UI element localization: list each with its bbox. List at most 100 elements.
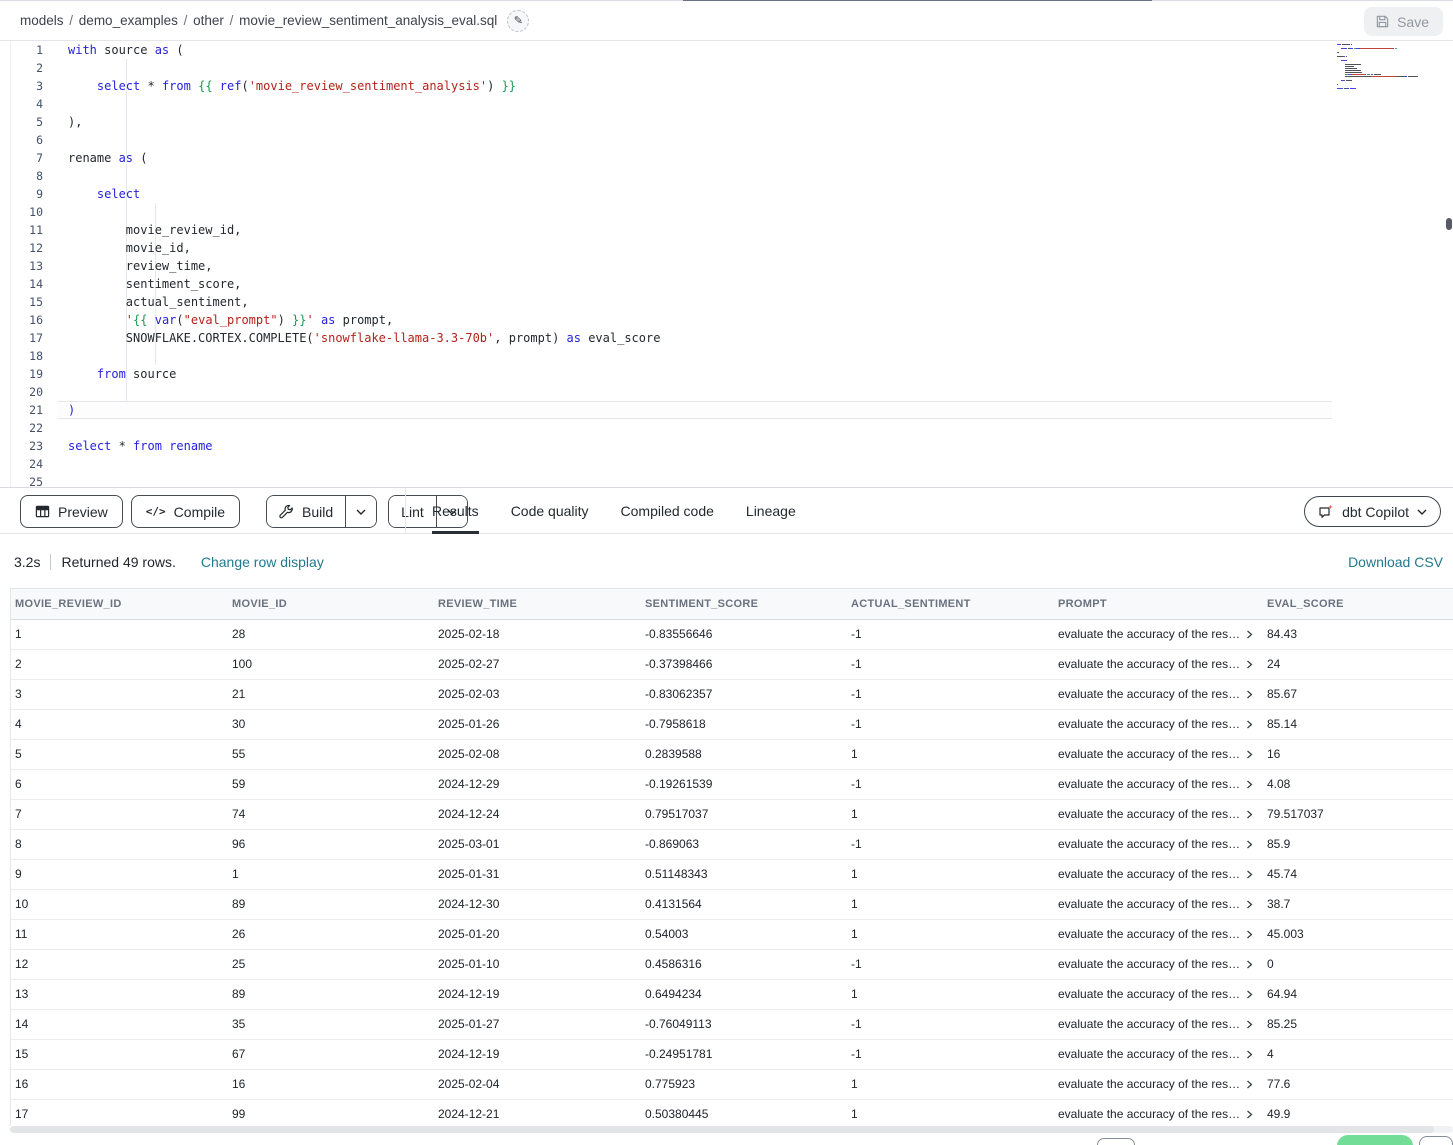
line-number: 25 bbox=[10, 473, 58, 487]
cell-sentiment_score: 0.4131564 bbox=[641, 890, 847, 919]
prompt-expand-chevron-icon[interactable] bbox=[1245, 630, 1254, 639]
prompt-expand-chevron-icon[interactable] bbox=[1245, 720, 1254, 729]
prompt-expand-chevron-icon[interactable] bbox=[1245, 1110, 1254, 1119]
line-number: 18 bbox=[10, 347, 58, 365]
lint-button[interactable]: Lint bbox=[389, 496, 436, 527]
code-line bbox=[58, 167, 1332, 185]
table-row: 5552025-02-080.28395881evaluate the accu… bbox=[11, 740, 1453, 770]
bottom-bar-button-3[interactable] bbox=[1419, 1136, 1453, 1145]
minimap-line bbox=[1337, 74, 1447, 75]
cell-review_time: 2025-02-03 bbox=[434, 680, 641, 709]
tab-compiled-code[interactable]: Compiled code bbox=[621, 488, 714, 534]
prompt-expand-chevron-icon[interactable] bbox=[1245, 870, 1254, 879]
cell-sentiment_score: 0.50380445 bbox=[641, 1100, 847, 1126]
bottom-bar-button-2[interactable] bbox=[1337, 1135, 1413, 1145]
prompt-expand-chevron-icon[interactable] bbox=[1245, 1050, 1254, 1059]
horizontal-scrollbar-thumb[interactable] bbox=[10, 1126, 1434, 1133]
minimap-line bbox=[1337, 60, 1447, 61]
prompt-expand-chevron-icon[interactable] bbox=[1245, 1020, 1254, 1029]
cell-prompt: evaluate the accuracy of the res… bbox=[1054, 770, 1263, 799]
cell-eval_score: 85.67 bbox=[1263, 680, 1453, 709]
prompt-expand-chevron-icon[interactable] bbox=[1245, 810, 1254, 819]
cell-eval_score: 85.9 bbox=[1263, 830, 1453, 859]
cell-movie_review_id: 9 bbox=[11, 860, 228, 889]
cell-actual_sentiment: 1 bbox=[847, 980, 1054, 1009]
code-line: select * from rename bbox=[58, 437, 1332, 455]
cell-movie_review_id: 12 bbox=[11, 950, 228, 979]
prompt-preview-text: evaluate the accuracy of the res… bbox=[1058, 800, 1240, 829]
cell-sentiment_score: 0.775923 bbox=[641, 1070, 847, 1099]
cell-prompt: evaluate the accuracy of the res… bbox=[1054, 800, 1263, 829]
prompt-preview-text: evaluate the accuracy of the res… bbox=[1058, 890, 1240, 919]
vertical-scrollbar-thumb[interactable] bbox=[1446, 218, 1452, 230]
prompt-expand-chevron-icon[interactable] bbox=[1245, 840, 1254, 849]
summary-divider bbox=[50, 554, 51, 570]
breadcrumb-separator: / bbox=[64, 13, 79, 28]
breadcrumb-segment[interactable]: models bbox=[20, 13, 64, 28]
dbt-copilot-button[interactable]: dbt Copilot bbox=[1304, 496, 1441, 527]
cell-movie_id: 16 bbox=[228, 1070, 434, 1099]
prompt-expand-chevron-icon[interactable] bbox=[1245, 900, 1254, 909]
cell-movie_review_id: 11 bbox=[11, 920, 228, 949]
cell-movie_review_id: 4 bbox=[11, 710, 228, 739]
prompt-expand-chevron-icon[interactable] bbox=[1245, 1080, 1254, 1089]
minimap-line bbox=[1337, 92, 1447, 93]
bottom-bar-button-1[interactable] bbox=[1097, 1138, 1135, 1145]
cell-prompt: evaluate the accuracy of the res… bbox=[1054, 860, 1263, 889]
cell-movie_review_id: 16 bbox=[11, 1070, 228, 1099]
prompt-preview-text: evaluate the accuracy of the res… bbox=[1058, 1100, 1240, 1126]
results-summary-bar: 3.2s Returned 49 rows. Change row displa… bbox=[0, 535, 1453, 588]
line-number: 3 bbox=[10, 77, 58, 95]
line-number: 2 bbox=[10, 59, 58, 77]
copilot-badge-icon[interactable]: ✎ bbox=[507, 10, 529, 32]
breadcrumb-segment[interactable]: movie_review_sentiment_analysis_eval.sql bbox=[239, 13, 497, 28]
prompt-expand-chevron-icon[interactable] bbox=[1245, 990, 1254, 999]
save-button[interactable]: Save bbox=[1364, 7, 1443, 36]
minimap-line bbox=[1337, 48, 1447, 49]
cell-prompt: evaluate the accuracy of the res… bbox=[1054, 1100, 1263, 1126]
prompt-expand-chevron-icon[interactable] bbox=[1245, 660, 1254, 669]
cell-movie_review_id: 10 bbox=[11, 890, 228, 919]
prompt-preview-text: evaluate the accuracy of the res… bbox=[1058, 650, 1240, 679]
tab-results[interactable]: Results bbox=[432, 488, 479, 534]
code-line: ), bbox=[58, 113, 1332, 131]
column-header-eval_score: EVAL_SCORE bbox=[1263, 589, 1453, 619]
prompt-expand-chevron-icon[interactable] bbox=[1245, 690, 1254, 699]
table-row: 6592024-12-29-0.19261539-1evaluate the a… bbox=[11, 770, 1453, 800]
change-row-display-link[interactable]: Change row display bbox=[201, 554, 324, 570]
preview-button[interactable]: Preview bbox=[20, 495, 123, 528]
breadcrumb-segment[interactable]: other bbox=[193, 13, 224, 28]
cell-prompt: evaluate the accuracy of the res… bbox=[1054, 830, 1263, 859]
table-row: 4302025-01-26-0.7958618-1evaluate the ac… bbox=[11, 710, 1453, 740]
minimap-line bbox=[1337, 88, 1447, 89]
code-line bbox=[58, 131, 1332, 149]
cell-review_time: 2025-01-26 bbox=[434, 710, 641, 739]
prompt-expand-chevron-icon[interactable] bbox=[1245, 960, 1254, 969]
line-number: 19 bbox=[10, 365, 58, 383]
query-duration: 3.2s bbox=[14, 554, 40, 570]
download-csv-link[interactable]: Download CSV bbox=[1348, 554, 1443, 570]
prompt-expand-chevron-icon[interactable] bbox=[1245, 930, 1254, 939]
minimap-line bbox=[1337, 70, 1447, 71]
code-line: select * from {{ ref('movie_review_senti… bbox=[58, 77, 1332, 95]
tab-code-quality[interactable]: Code quality bbox=[511, 488, 589, 534]
cell-sentiment_score: -0.7958618 bbox=[641, 710, 847, 739]
cell-actual_sentiment: -1 bbox=[847, 650, 1054, 679]
cell-actual_sentiment: -1 bbox=[847, 830, 1054, 859]
build-button[interactable]: Build bbox=[267, 496, 345, 527]
cell-movie_review_id: 13 bbox=[11, 980, 228, 1009]
cell-review_time: 2024-12-19 bbox=[434, 980, 641, 1009]
code-line bbox=[58, 203, 1332, 221]
cell-sentiment_score: 0.6494234 bbox=[641, 980, 847, 1009]
code-editor[interactable]: with source as ( select * from {{ ref('m… bbox=[58, 41, 1332, 487]
minimap-line bbox=[1337, 56, 1447, 57]
copilot-label: dbt Copilot bbox=[1342, 504, 1409, 520]
prompt-expand-chevron-icon[interactable] bbox=[1245, 780, 1254, 789]
breadcrumb-segment[interactable]: demo_examples bbox=[79, 13, 178, 28]
compile-button[interactable]: </> Compile bbox=[131, 495, 240, 528]
build-dropdown-button[interactable] bbox=[345, 496, 376, 527]
tab-lineage[interactable]: Lineage bbox=[746, 488, 796, 534]
cell-review_time: 2025-01-10 bbox=[434, 950, 641, 979]
prompt-expand-chevron-icon[interactable] bbox=[1245, 750, 1254, 759]
minimap[interactable] bbox=[1337, 42, 1447, 94]
